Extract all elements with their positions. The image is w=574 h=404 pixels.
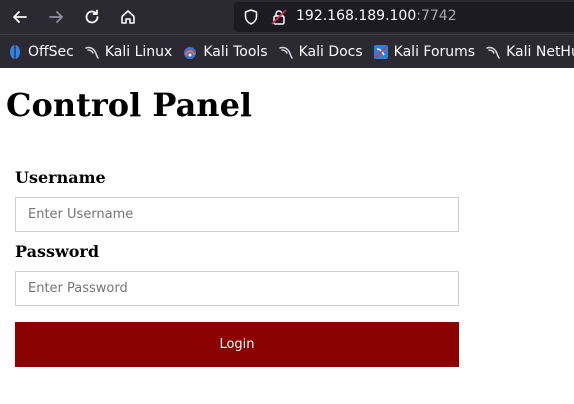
back-arrow-icon — [13, 11, 27, 23]
page-title: Control Panel — [6, 86, 253, 124]
username-label: Username — [15, 168, 106, 187]
insecure-lock-icon[interactable] — [270, 8, 288, 26]
kali-forums-icon — [373, 44, 388, 59]
bookmarks-bar: OffSec Kali Linux Kali Tools Kali Docs K… — [0, 34, 574, 68]
offsec-icon — [10, 44, 20, 59]
password-label: Password — [15, 242, 100, 261]
kali-dragon-icon — [486, 46, 500, 59]
bookmark-label: Kali NetHun — [506, 43, 574, 60]
back-button[interactable] — [8, 5, 32, 29]
kali-dragon-icon — [85, 46, 99, 59]
home-icon — [121, 10, 135, 24]
bookmark-kali-tools[interactable]: Kali Tools — [182, 43, 268, 60]
login-button[interactable]: Login — [15, 322, 459, 367]
bookmark-kali-linux[interactable]: Kali Linux — [84, 44, 172, 60]
bookmark-kali-nethunter[interactable]: Kali NetHun — [485, 44, 574, 60]
address-bar[interactable]: 192.168.189.100:7742 — [234, 2, 574, 32]
reload-button[interactable] — [80, 5, 104, 29]
url-text[interactable]: 192.168.189.100:7742 — [296, 8, 457, 24]
bookmark-kali-docs[interactable]: Kali Docs — [278, 44, 363, 60]
bookmark-offsec[interactable]: OffSec — [7, 44, 74, 60]
bookmark-label: Kali Tools — [203, 43, 268, 60]
forward-arrow-icon — [49, 11, 63, 23]
bookmark-label: OffSec — [28, 43, 74, 60]
reload-icon — [85, 9, 99, 24]
username-input[interactable] — [15, 197, 459, 232]
url-host: 192.168.189.100 — [296, 8, 417, 24]
url-port: :7742 — [416, 8, 457, 24]
bookmark-kali-forums[interactable]: Kali Forums — [373, 44, 475, 60]
bookmark-label: Kali Docs — [298, 43, 363, 60]
bookmark-label: Kali Linux — [104, 43, 173, 60]
home-button[interactable] — [116, 5, 140, 29]
bookmark-label: Kali Forums — [393, 43, 476, 60]
forward-button[interactable] — [44, 5, 68, 29]
browser-toolbar: 192.168.189.100:7742 — [0, 0, 574, 34]
kali-tools-icon — [184, 46, 197, 59]
password-input[interactable] — [15, 271, 459, 306]
shield-icon[interactable] — [242, 8, 260, 26]
kali-dragon-icon — [278, 46, 293, 59]
